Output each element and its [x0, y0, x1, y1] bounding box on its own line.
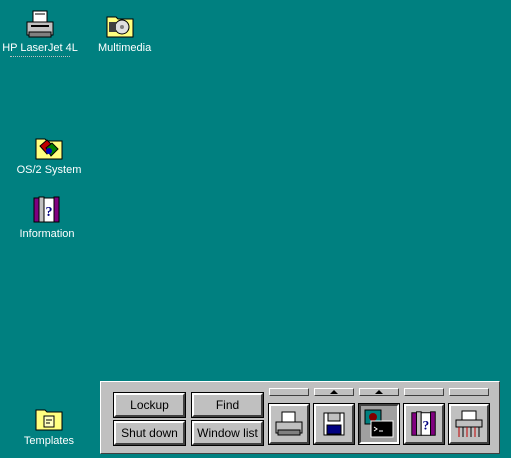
launchpad: Lockup Find Shut down Window list ? — [100, 381, 500, 454]
drives-icon — [323, 412, 345, 436]
find-button-label: Find — [215, 398, 240, 412]
launchpad-printer-button[interactable] — [268, 403, 310, 445]
printer-icon — [275, 411, 303, 436]
printer-icon — [26, 10, 54, 38]
launchpad-command-prompt-button[interactable] — [358, 403, 400, 445]
shutdown-button-label: Shut down — [121, 426, 178, 440]
launchpad-help-button[interactable]: ? — [403, 403, 445, 445]
selection-underline — [10, 56, 70, 57]
desktop-icon-os2-system[interactable]: OS/2 System — [14, 132, 84, 176]
shredder-icon — [455, 410, 483, 437]
find-button[interactable]: Find — [191, 392, 264, 418]
window-list-button-label: Window list — [197, 426, 258, 440]
desktop-icon-hp-laserjet[interactable]: HP LaserJet 4L — [2, 10, 78, 57]
information-folder-icon: ? — [33, 196, 60, 223]
window-list-button[interactable]: Window list — [191, 420, 264, 446]
desktop-icon-label: Information — [19, 228, 75, 240]
lockup-button-label: Lockup — [130, 398, 169, 412]
desktop-icon-information[interactable]: ? Information — [14, 194, 80, 240]
drawer-arrow-up-icon — [330, 390, 338, 394]
svg-text:?: ? — [46, 205, 53, 220]
desktop-icon-label: HP LaserJet 4L — [2, 42, 78, 54]
launchpad-drives-button[interactable] — [313, 403, 355, 445]
desktop-icon-label: Templates — [23, 435, 75, 447]
desktop-icon-label: OS/2 System — [16, 164, 82, 176]
multimedia-folder-icon — [106, 16, 134, 38]
lockup-button[interactable]: Lockup — [113, 392, 186, 418]
drawer-handle[interactable] — [404, 388, 444, 396]
shutdown-button[interactable]: Shut down — [113, 420, 186, 446]
drawer-handle[interactable] — [359, 388, 399, 396]
help-icon: ? — [411, 411, 436, 436]
command-prompt-icon — [364, 409, 394, 438]
drawer-arrow-up-icon — [375, 390, 383, 394]
desktop-icon-multimedia[interactable]: Multimedia — [98, 10, 152, 54]
drawer-handle[interactable] — [314, 388, 354, 396]
desktop-icon-label: Multimedia — [98, 42, 152, 54]
desktop-icon-templates[interactable]: Templates — [18, 405, 80, 447]
launchpad-shredder-button[interactable] — [448, 403, 490, 445]
drawer-handle[interactable] — [269, 388, 309, 396]
svg-text:?: ? — [423, 418, 430, 433]
drawer-handle[interactable] — [449, 388, 489, 396]
system-folder-icon — [35, 138, 63, 160]
templates-folder-icon — [35, 409, 63, 431]
